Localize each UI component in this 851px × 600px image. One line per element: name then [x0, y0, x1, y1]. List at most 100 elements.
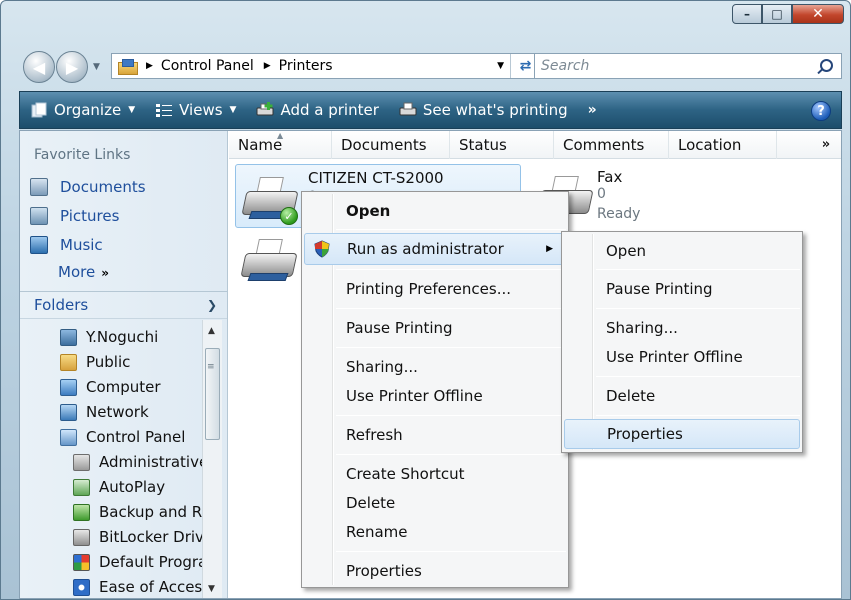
- breadcrumb-separator-icon[interactable]: ▶: [146, 61, 153, 71]
- favorite-pictures[interactable]: Pictures: [30, 205, 119, 227]
- printer-item-third[interactable]: [235, 231, 305, 291]
- menu-item-create-shortcut[interactable]: Create Shortcut: [304, 459, 566, 489]
- favorite-links-heading: Favorite Links: [34, 147, 131, 163]
- scroll-down-icon[interactable]: ▼: [208, 584, 215, 594]
- search-icon[interactable]: [820, 59, 833, 72]
- tree-item-label: Y.Noguchi: [86, 328, 159, 346]
- scroll-up-icon[interactable]: ▲: [208, 326, 215, 336]
- music-icon: [30, 236, 48, 254]
- tree-item-bitlocker[interactable]: BitLocker Drive: [73, 525, 202, 549]
- menu-item-use-printer-offline[interactable]: Use Printer Offline: [304, 381, 566, 411]
- menu-item-pause-printing[interactable]: Pause Printing: [304, 313, 566, 343]
- column-location[interactable]: Location: [669, 131, 777, 159]
- favorite-documents[interactable]: Documents: [30, 176, 146, 198]
- recent-pages-dropdown[interactable]: ▼: [93, 62, 103, 72]
- printer-icon: [239, 237, 299, 283]
- column-name[interactable]: ▲ Name: [229, 131, 332, 159]
- column-comments-label: Comments: [563, 136, 645, 154]
- address-dropdown-icon[interactable]: ▼: [497, 61, 504, 71]
- tree-item-administrative[interactable]: Administrative: [73, 450, 202, 474]
- menu-item-run-as-administrator[interactable]: Run as administrator ▶: [304, 233, 566, 265]
- tree-item-backup[interactable]: Backup and Re: [73, 500, 202, 524]
- see-whats-printing-label: See what's printing: [422, 101, 568, 119]
- favorites-more-link[interactable]: More »: [58, 263, 109, 281]
- chevron-down-icon[interactable]: ❯: [207, 298, 217, 312]
- breadcrumb-printers[interactable]: Printers: [279, 58, 333, 74]
- context-menu: Open Run as administrator ▶ Printing Pre…: [301, 191, 569, 588]
- views-button[interactable]: Views ▼: [155, 101, 236, 119]
- menu-item-sharing[interactable]: Sharing...: [304, 352, 566, 382]
- control-panel-icon: [118, 59, 138, 75]
- menu-separator: [596, 415, 800, 416]
- toolbar-overflow-button[interactable]: »: [588, 102, 597, 118]
- autoplay-icon: [73, 478, 90, 496]
- more-columns-icon[interactable]: »: [811, 131, 841, 158]
- forward-button[interactable]: ▶: [56, 51, 88, 83]
- column-status[interactable]: Status: [450, 131, 554, 159]
- submenu-item-use-printer-offline[interactable]: Use Printer Offline: [564, 342, 800, 372]
- breadcrumb-control-panel[interactable]: Control Panel: [161, 58, 254, 74]
- tree-item-label: Network: [86, 403, 149, 421]
- menu-item-printing-preferences[interactable]: Printing Preferences...: [304, 274, 566, 304]
- see-whats-printing-button[interactable]: See what's printing: [399, 101, 568, 119]
- tree-item-user[interactable]: Y.Noguchi: [60, 325, 158, 349]
- submenu-item-sharing[interactable]: Sharing...: [564, 313, 800, 343]
- column-name-label: Name: [238, 136, 283, 154]
- menu-item-delete[interactable]: Delete: [304, 488, 566, 518]
- favorite-music[interactable]: Music: [30, 234, 103, 256]
- network-icon: [60, 403, 77, 421]
- menu-separator: [336, 415, 566, 416]
- menu-separator: [336, 308, 566, 309]
- tree-item-public[interactable]: Public: [60, 350, 130, 374]
- search-input[interactable]: Search: [541, 58, 589, 74]
- menu-separator: [336, 454, 566, 455]
- submenu-item-pause-printing[interactable]: Pause Printing: [564, 274, 800, 304]
- tree-item-network[interactable]: Network: [60, 400, 149, 424]
- submenu-item-delete[interactable]: Delete: [564, 381, 800, 411]
- chevron-down-icon: ▼: [128, 105, 136, 115]
- tree-item-ease-of-access[interactable]: Ease of Access: [73, 575, 202, 598]
- print-queue-icon: [399, 102, 417, 118]
- organize-label: Organize: [54, 101, 122, 119]
- caption-buttons: – □ ✕: [732, 4, 844, 24]
- maximize-button[interactable]: □: [762, 4, 792, 24]
- column-documents[interactable]: Documents: [332, 131, 450, 159]
- address-bar[interactable]: ▶ Control Panel ▶ Printers ▼ ⇄: [111, 53, 541, 79]
- menu-item-properties[interactable]: Properties: [304, 556, 566, 586]
- ease-of-access-icon: [73, 578, 90, 596]
- tree-item-control-panel[interactable]: Control Panel: [60, 425, 185, 449]
- submenu-item-properties[interactable]: Properties: [564, 419, 800, 449]
- back-button[interactable]: ◀: [23, 51, 55, 83]
- breadcrumb-separator-icon[interactable]: ▶: [264, 61, 271, 71]
- menu-item-refresh[interactable]: Refresh: [304, 420, 566, 450]
- administrative-tools-icon: [73, 453, 90, 471]
- add-printer-button[interactable]: Add a printer: [256, 101, 379, 119]
- folder-tree: Y.Noguchi Public Computer Network Contro…: [20, 320, 202, 598]
- help-icon[interactable]: ?: [811, 101, 831, 121]
- tree-item-default-programs[interactable]: Default Progra: [73, 550, 202, 574]
- tree-item-autoplay[interactable]: AutoPlay: [73, 475, 165, 499]
- submenu-item-open[interactable]: Open: [564, 236, 800, 266]
- folders-header[interactable]: Folders ❯: [20, 291, 227, 319]
- column-comments[interactable]: Comments: [554, 131, 669, 159]
- search-box[interactable]: Search: [534, 53, 842, 79]
- folder-tree-scrollbar[interactable]: ▲ ≡ ▼: [202, 320, 222, 598]
- menu-separator: [336, 551, 566, 552]
- menu-separator: [596, 269, 800, 270]
- organize-button[interactable]: Organize ▼: [30, 101, 135, 119]
- menu-item-rename[interactable]: Rename: [304, 517, 566, 547]
- favorites-more-label: More: [58, 263, 96, 281]
- bitlocker-icon: [73, 528, 90, 546]
- menu-separator: [596, 308, 800, 309]
- menu-separator: [336, 229, 566, 230]
- close-button[interactable]: ✕: [792, 4, 844, 24]
- menu-item-open[interactable]: Open: [304, 196, 566, 226]
- back-arrow-icon: ◀: [32, 57, 46, 77]
- tree-item-computer[interactable]: Computer: [60, 375, 161, 399]
- computer-icon: [60, 378, 77, 396]
- printer-icon: ✓: [240, 175, 300, 225]
- printer-status: Ready: [597, 206, 641, 222]
- user-folder-icon: [60, 328, 77, 346]
- minimize-button[interactable]: –: [732, 4, 762, 24]
- folders-heading: Folders: [34, 296, 89, 314]
